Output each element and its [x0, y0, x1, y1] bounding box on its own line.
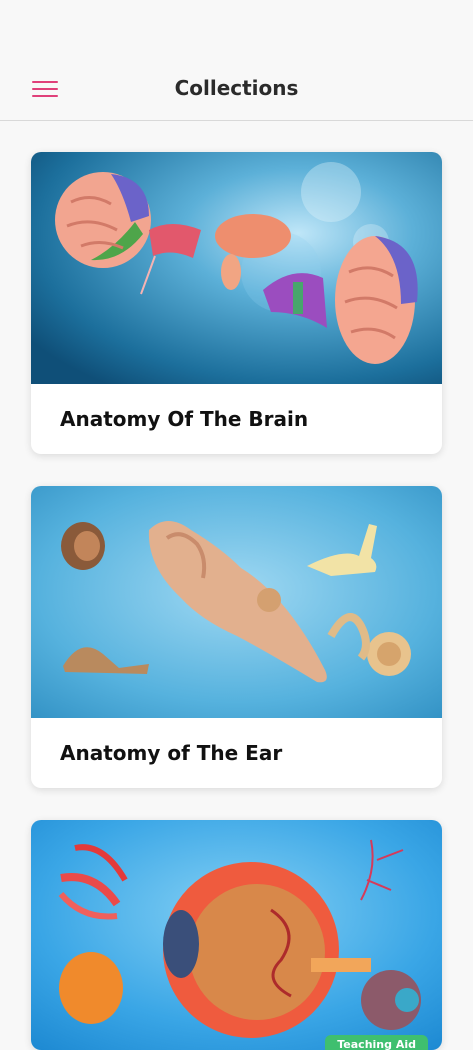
collection-card-eye[interactable]: Teaching Aid — [31, 820, 442, 1050]
collection-card-ear[interactable]: Anatomy of The Ear — [31, 486, 442, 788]
collection-title: Anatomy of The Ear — [60, 741, 283, 765]
page-title: Collections — [174, 76, 299, 100]
ear-thumbnail — [31, 486, 442, 718]
app-header: Collections — [0, 0, 473, 121]
collection-title: Anatomy Of The Brain — [60, 407, 309, 431]
brain-thumbnail — [31, 152, 442, 384]
collection-card-brain[interactable]: Anatomy Of The Brain — [31, 152, 442, 454]
teaching-aid-badge: Teaching Aid — [325, 1035, 428, 1050]
eye-thumbnail: Teaching Aid — [31, 820, 442, 1050]
